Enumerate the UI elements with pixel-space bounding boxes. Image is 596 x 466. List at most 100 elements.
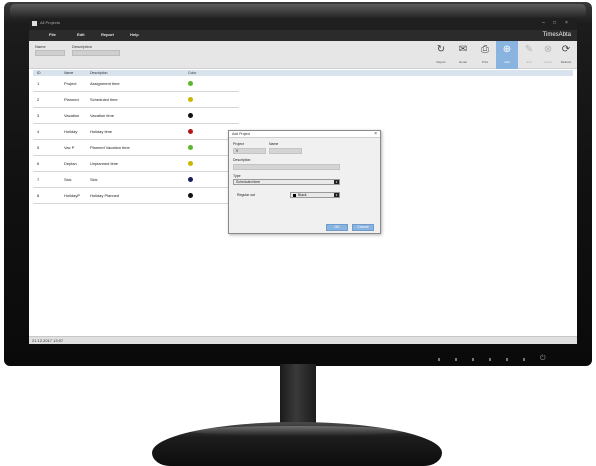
row-id: 2 <box>37 97 40 102</box>
cancel-button[interactable]: Cancel <box>352 224 374 231</box>
menu-report[interactable]: Report <box>101 32 114 37</box>
chevron-down-icon: ▾ <box>334 193 339 197</box>
table-row[interactable]: 5 Vac P Planned Vacation time <box>33 140 239 156</box>
screen: All Projects – □ × File Edit Report Help… <box>29 18 577 344</box>
row-name: Deplan <box>64 161 77 166</box>
power-icon: ⏻ <box>540 355 546 362</box>
name-field[interactable] <box>269 148 302 154</box>
add-button-label: Add <box>504 60 510 64</box>
color-swatch <box>188 113 193 118</box>
monitor-bezel: ⏻ All Projects – □ × File Edit Report He… <box>4 2 592 366</box>
column-header-id[interactable]: ID <box>37 71 41 75</box>
row-description: Assignment time <box>90 81 120 86</box>
print-button-label: Print <box>481 60 489 64</box>
table-row[interactable]: 3 Vacation Vacation time <box>33 108 239 124</box>
report-button[interactable]: ↻ Report <box>430 41 452 69</box>
column-header-name[interactable]: Name <box>64 71 73 75</box>
name-filter-input[interactable] <box>35 50 65 56</box>
description-field[interactable] <box>233 164 340 170</box>
menu-file[interactable]: File <box>49 32 56 37</box>
hardware-button <box>455 358 457 361</box>
pencil-icon: ✎ <box>524 44 534 55</box>
name-filter-label: Name <box>35 44 46 49</box>
report-button-label: Report <box>436 60 446 64</box>
color-swatch <box>188 97 193 102</box>
regular-out-label: Regular out <box>237 193 256 197</box>
row-description: Unplanned time <box>90 161 119 166</box>
dialog-title: Add Project <box>232 132 251 136</box>
stand-highlight <box>190 426 404 436</box>
color-select[interactable]: Black ▾ <box>290 192 340 198</box>
type-select[interactable]: Scheduled time ▾ <box>233 179 340 185</box>
hardware-button <box>489 358 491 361</box>
color-swatch <box>188 81 193 86</box>
chevron-down-icon: ▾ <box>334 180 339 184</box>
row-name: Vac P <box>64 145 75 150</box>
print-button[interactable]: ⎙ Print <box>474 41 496 69</box>
email-button[interactable]: ✉ Email <box>452 41 474 69</box>
project-id-field[interactable]: 9 <box>233 148 266 154</box>
row-id: 8 <box>37 193 40 198</box>
refresh-button[interactable]: ⟳ Refresh <box>555 41 577 69</box>
column-header-description[interactable]: Description <box>90 71 108 75</box>
row-name: Planned <box>64 97 79 102</box>
row-id: 4 <box>37 129 40 134</box>
toolbar: Name Description ↻ Report ✉ Email ⎙ Prin… <box>29 41 577 69</box>
row-description: Sick <box>90 177 98 182</box>
row-id: 6 <box>37 161 40 166</box>
type-select-value: Scheduled time <box>236 180 261 184</box>
row-name: Vacation <box>64 113 80 118</box>
hardware-button <box>523 358 525 361</box>
monitor-hardware-buttons: ⏻ <box>438 355 578 364</box>
title-bar: All Projects – □ × <box>29 18 577 30</box>
x-circle-icon: ⊗ <box>543 44 553 55</box>
close-window-button[interactable]: × <box>565 20 568 26</box>
plus-circle-icon: ⊕ <box>502 44 512 55</box>
status-bar: 21.12.2017 13:07 <box>29 336 577 344</box>
name-label: Name <box>269 142 279 146</box>
row-id: 3 <box>37 113 40 118</box>
table-row[interactable]: 2 Planned Scheduled time <box>33 92 239 108</box>
brand-logo: TimesAbta <box>542 32 571 38</box>
color-swatch <box>188 177 193 182</box>
menu-bar: File Edit Report Help TimesAbta <box>29 30 577 41</box>
scene: ⏻ All Projects – □ × File Edit Report He… <box>0 0 596 466</box>
description-filter-input[interactable] <box>72 50 120 56</box>
menu-help[interactable]: Help <box>130 32 139 37</box>
row-description: Planned Vacation time <box>90 145 130 150</box>
row-description: Scheduled time <box>90 97 118 102</box>
color-swatch <box>188 161 193 166</box>
email-button-label: Email <box>459 60 467 64</box>
color-select-value: Black <box>298 193 307 197</box>
row-name: Sick <box>64 177 72 182</box>
row-id: 1 <box>37 81 40 86</box>
color-swatch <box>293 193 296 197</box>
add-project-dialog: Add Project × Project Name 9 Description… <box>228 130 381 234</box>
add-button[interactable]: ⊕ Add <box>496 41 518 69</box>
color-swatch <box>188 145 193 150</box>
window-title: All Projects <box>40 20 61 25</box>
color-swatch <box>188 193 193 198</box>
row-id: 5 <box>37 145 40 150</box>
menu-edit[interactable]: Edit <box>77 32 85 37</box>
table-row[interactable]: 6 Deplan Unplanned time <box>33 156 239 172</box>
row-description: Vacation time <box>90 113 114 118</box>
table-row[interactable]: 1 Project Assignment time <box>33 76 239 92</box>
table-row[interactable]: 8 HolidayP Holiday Planned <box>33 188 239 204</box>
monitor-stand-neck <box>280 364 316 430</box>
row-name: Project <box>64 81 77 86</box>
minimize-button[interactable]: – <box>542 20 545 26</box>
description-label: Description <box>233 158 251 162</box>
column-header-color[interactable]: Color <box>188 71 196 75</box>
table-row[interactable]: 4 Holiday Holiday time <box>33 124 239 140</box>
hardware-button <box>506 358 508 361</box>
row-name: Holiday <box>64 129 78 134</box>
ok-button[interactable]: OK <box>326 224 348 231</box>
table-row[interactable]: 7 Sick Sick <box>33 172 239 188</box>
maximize-button[interactable]: □ <box>553 20 556 26</box>
app-icon <box>32 21 37 26</box>
printer-icon: ⎙ <box>481 44 489 55</box>
row-description: Holiday Planned <box>90 193 120 198</box>
close-icon[interactable]: × <box>374 131 377 137</box>
refresh-button-label: Refresh <box>560 60 572 64</box>
